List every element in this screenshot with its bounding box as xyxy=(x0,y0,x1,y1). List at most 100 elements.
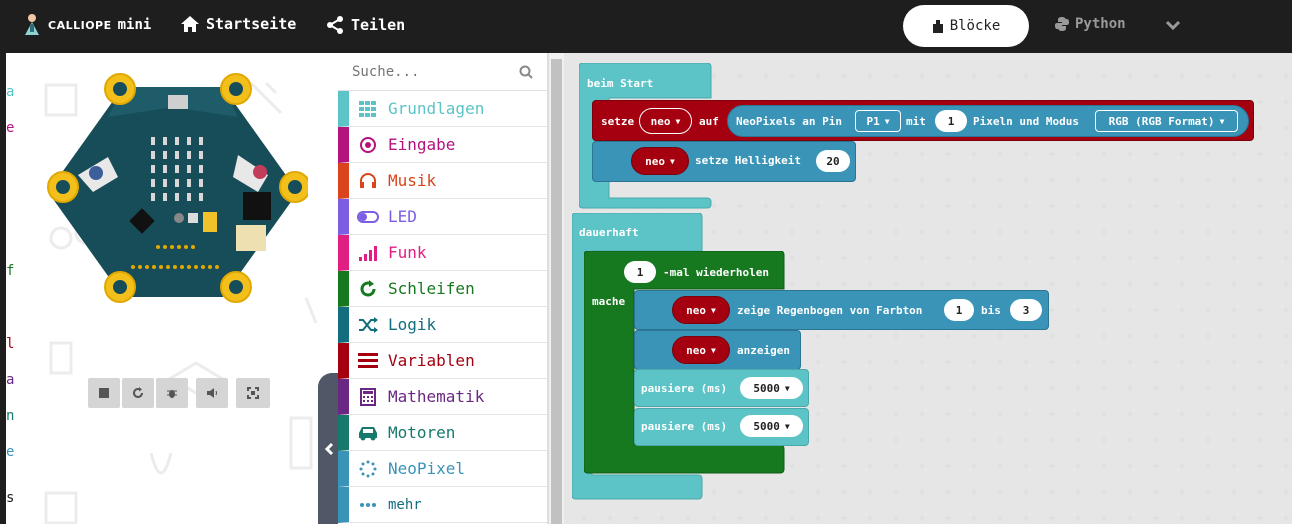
toolbox-category-motoren[interactable]: Motoren xyxy=(338,415,547,451)
toolbox-category-eingabe[interactable]: Eingabe xyxy=(338,127,547,163)
simulator-controls xyxy=(88,378,272,408)
stop-icon xyxy=(99,388,109,398)
target-icon xyxy=(357,134,379,156)
mute-button[interactable] xyxy=(196,378,228,408)
nav-home-label: Startseite xyxy=(206,15,297,33)
mode-python-button[interactable]: Python xyxy=(1055,16,1126,32)
scrollbar-thumb[interactable] xyxy=(551,59,562,524)
debug-button[interactable] xyxy=(156,378,188,408)
dropdown-caret-icon: ▼ xyxy=(784,383,790,393)
variable-dropdown[interactable]: neo ▼ xyxy=(639,108,692,134)
rainbow-from-input[interactable]: 1 xyxy=(944,299,974,321)
dropdown-caret-icon: ▼ xyxy=(884,116,890,126)
pause-label: pausiere (ms) xyxy=(641,382,728,395)
toggle-icon xyxy=(357,206,379,228)
toolbox-category-schleifen[interactable]: Schleifen xyxy=(338,271,547,307)
logo-product: mini xyxy=(117,17,152,33)
category-label: NeoPixel xyxy=(388,459,466,478)
dropdown-caret-icon: ▼ xyxy=(675,116,681,126)
pin-dropdown[interactable]: P1 ▼ xyxy=(855,110,901,132)
dropdown-caret-icon: ▼ xyxy=(1219,116,1225,126)
rainbow-to-input[interactable]: 3 xyxy=(1010,299,1042,321)
variable-name: neo xyxy=(645,154,666,168)
toolbox-category-led[interactable]: LED xyxy=(338,199,547,235)
toolbox-category-neopixel[interactable]: NeoPixel xyxy=(338,451,547,487)
collapse-simulator-button[interactable] xyxy=(318,373,340,524)
search-icon[interactable] xyxy=(519,65,533,79)
mode-value: RGB (RGB Format) xyxy=(1108,114,1215,128)
nav-share[interactable]: Teilen xyxy=(325,15,405,35)
brightness-label: setze Helligkeit xyxy=(695,154,801,167)
mode-python-label: Python xyxy=(1075,16,1126,32)
refresh-icon xyxy=(133,387,143,398)
nav-home[interactable]: Startseite xyxy=(180,15,296,33)
pause-label: pausiere (ms) xyxy=(641,420,728,433)
brightness-value: 20 xyxy=(826,154,840,168)
category-label: Variablen xyxy=(388,351,475,370)
loop-arrow-icon xyxy=(357,278,379,300)
pin-value: P1 xyxy=(866,114,880,128)
dotted-ring-icon xyxy=(357,458,379,480)
blocks-workspace[interactable]: beim Start setze neo ▼ auf NeoPixels an P… xyxy=(564,53,1292,524)
toolbox-search xyxy=(338,53,547,91)
speaker-icon xyxy=(207,388,217,398)
toolbox-category-funk[interactable]: Funk xyxy=(338,235,547,271)
toolbox-scrollbar[interactable] xyxy=(548,53,564,524)
dropdown-caret-icon: ▼ xyxy=(670,156,675,166)
toolbox-more[interactable]: mehr xyxy=(338,487,547,523)
edge-fragment: e xyxy=(6,120,15,136)
chevron-down-icon[interactable] xyxy=(1165,19,1181,31)
mode-blocks-label: Blöcke xyxy=(949,18,1001,34)
car-icon xyxy=(357,422,379,444)
calculator-icon xyxy=(357,386,379,408)
show-variable-dropdown[interactable]: neo ▼ xyxy=(672,336,730,364)
pause-dropdown[interactable]: 5000 ▼ xyxy=(740,377,803,399)
category-label: Logik xyxy=(388,315,437,334)
mode-dropdown[interactable]: RGB (RGB Format) ▼ xyxy=(1095,110,1238,132)
toolbox-category-musik[interactable]: Musik xyxy=(338,163,547,199)
simulator-panel: a e f l a n e s xyxy=(0,53,318,524)
edge-fragment: a xyxy=(6,372,15,388)
nav-share-label: Teilen xyxy=(351,16,406,34)
brightness-variable-dropdown[interactable]: neo ▼ xyxy=(631,147,689,175)
brightness-input[interactable]: 20 xyxy=(816,150,850,172)
fullscreen-button[interactable] xyxy=(236,378,270,408)
show-label: anzeigen xyxy=(737,344,790,357)
edge-fragment: s xyxy=(6,490,15,506)
signal-bars-icon xyxy=(357,242,379,264)
restart-button[interactable] xyxy=(122,378,154,408)
toolbox: Grundlagen Eingabe Musik LED Funk Schlei… xyxy=(338,53,548,524)
toolbox-category-grundlagen[interactable]: Grundlagen xyxy=(338,91,547,127)
pause-dropdown[interactable]: 5000 ▼ xyxy=(740,415,803,437)
repeat-count-input[interactable]: 1 xyxy=(624,261,656,283)
neopixel-label: NeoPixels an Pin xyxy=(736,115,842,128)
headphones-icon xyxy=(357,170,379,192)
calliope-logo[interactable]: CALLIOPE mini xyxy=(22,13,151,37)
repeat-label: -mal wiederholen xyxy=(663,266,769,279)
category-label: Schleifen xyxy=(388,279,475,298)
edge-fragment: f xyxy=(6,263,15,279)
more-dots-icon xyxy=(357,494,379,516)
calliope-board[interactable] xyxy=(38,67,308,317)
rainbow-variable-dropdown[interactable]: neo ▼ xyxy=(672,296,730,324)
category-label: Eingabe xyxy=(388,135,456,154)
search-input[interactable] xyxy=(352,63,512,80)
shuffle-icon xyxy=(357,314,379,336)
pixel-count-input[interactable]: 1 xyxy=(935,110,967,132)
mode-blocks-button[interactable]: Blöcke xyxy=(903,5,1029,47)
with-label: mit xyxy=(906,115,926,128)
toolbox-category-logik[interactable]: Logik xyxy=(338,307,547,343)
bug-icon xyxy=(167,390,177,398)
toolbox-category-variablen[interactable]: Variablen xyxy=(338,343,547,379)
edge-fragment: e xyxy=(6,444,15,460)
toolbox-category-mathematik[interactable]: Mathematik xyxy=(338,379,547,415)
puzzle-icon xyxy=(932,20,943,33)
stop-button[interactable] xyxy=(88,378,120,408)
dropdown-caret-icon: ▼ xyxy=(711,345,716,355)
set-label: setze xyxy=(601,115,635,128)
category-label: Musik xyxy=(388,171,437,190)
grid-icon xyxy=(357,98,379,120)
variable-name: neo xyxy=(686,343,707,357)
category-label: Funk xyxy=(388,243,427,262)
category-label: LED xyxy=(388,207,417,226)
